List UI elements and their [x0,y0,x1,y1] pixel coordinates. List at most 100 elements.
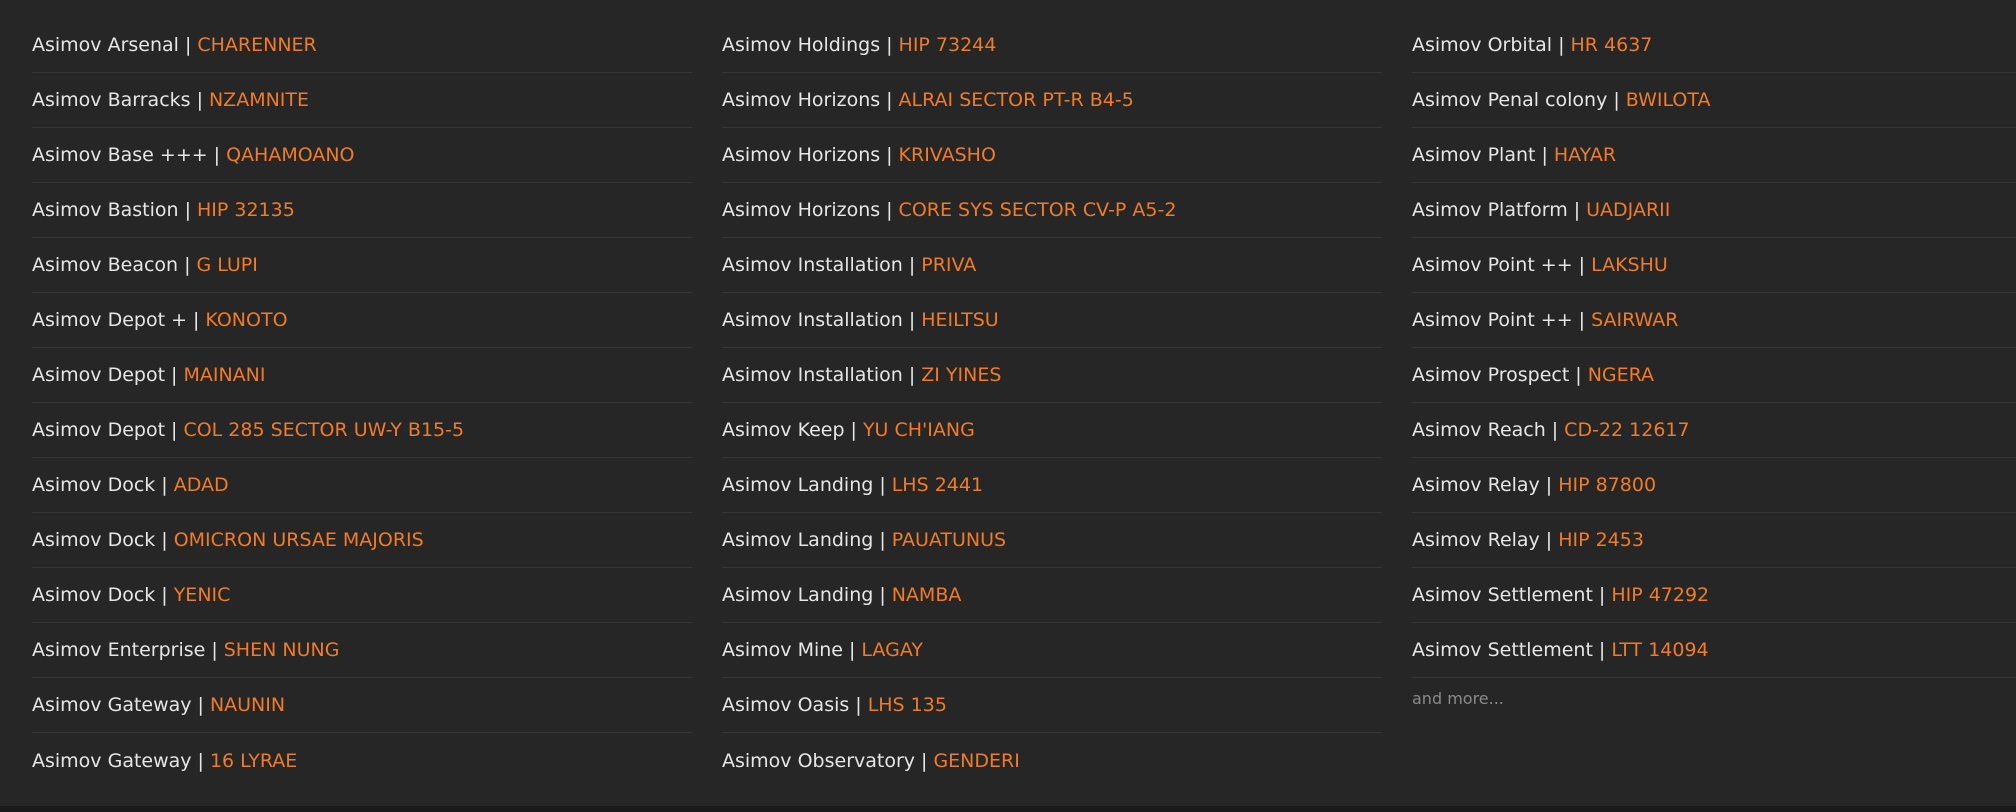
station-row[interactable]: Asimov Relay | HIP 87800 [1412,458,2016,513]
station-row[interactable]: Asimov Landing | PAUATUNUS [722,513,1382,568]
system-link[interactable]: HIP 87800 [1558,474,1656,496]
system-link[interactable]: LHS 2441 [892,474,983,496]
system-link[interactable]: NGERA [1588,364,1654,386]
station-row[interactable]: Asimov Point ++ | SAIRWAR [1412,293,2016,348]
system-link[interactable]: ADAD [174,474,229,496]
station-row[interactable]: Asimov Mine | LAGAY [722,623,1382,678]
station-row[interactable]: Asimov Penal colony | BWILOTA [1412,73,2016,128]
station-row[interactable]: Asimov Platform | UADJARII [1412,183,2016,238]
station-row[interactable]: Asimov Keep | YU CH'IANG [722,403,1382,458]
station-row[interactable]: Asimov Holdings | HIP 73244 [722,18,1382,73]
station-row[interactable]: Asimov Relay | HIP 2453 [1412,513,2016,568]
system-link[interactable]: YU CH'IANG [863,419,975,441]
system-link[interactable]: CD-22 12617 [1564,419,1689,441]
station-row[interactable]: Asimov Gateway | NAUNIN [32,678,692,733]
system-link[interactable]: SHEN NUNG [224,639,340,661]
system-link[interactable]: HIP 2453 [1558,529,1644,551]
system-link[interactable]: 16 LYRAE [210,750,297,772]
system-link[interactable]: COL 285 SECTOR UW-Y B15-5 [183,419,464,441]
system-link[interactable]: G LUPI [196,254,257,276]
system-link[interactable]: NZAMNITE [209,89,309,111]
station-name: Asimov Barracks [32,89,191,111]
station-row[interactable]: Asimov Dock | OMICRON URSAE MAJORIS [32,513,692,568]
separator: | [855,694,862,716]
separator: | [879,529,886,551]
system-link[interactable]: LTT 14094 [1611,639,1708,661]
station-row[interactable]: Asimov Dock | YENIC [32,568,692,623]
system-link[interactable]: HEILTSU [921,309,998,331]
separator: | [1575,364,1582,386]
system-link[interactable]: YENIC [174,584,231,606]
and-more-link[interactable]: and more... [1412,678,2016,718]
separator: | [1545,474,1553,496]
station-name: Asimov Depot + [32,309,188,331]
station-row[interactable]: Asimov Observatory | GENDERI [722,733,1382,788]
station-row[interactable]: Asimov Base +++ | QAHAMOANO [32,128,692,183]
station-row[interactable]: Asimov Landing | LHS 2441 [722,458,1382,513]
system-link[interactable]: PRIVA [921,254,976,276]
station-row[interactable]: Asimov Point ++ | LAKSHU [1412,238,2016,293]
station-row[interactable]: Asimov Settlement | HIP 47292 [1412,568,2016,623]
station-name: Asimov Prospect [1412,364,1570,386]
station-row[interactable]: Asimov Landing | NAMBA [722,568,1382,623]
system-link[interactable]: ZI YINES [921,364,1001,386]
system-link[interactable]: PAUATUNUS [892,529,1006,551]
separator: | [886,89,893,111]
station-name: Asimov Dock [32,474,156,496]
station-row[interactable]: Asimov Barracks | NZAMNITE [32,73,692,128]
station-row[interactable]: Asimov Dock | ADAD [32,458,692,513]
station-row[interactable]: Asimov Gateway | 16 LYRAE [32,733,692,788]
station-row[interactable]: Asimov Installation | PRIVA [722,238,1382,293]
station-row[interactable]: Asimov Settlement | LTT 14094 [1412,623,2016,678]
station-row[interactable]: Asimov Horizons | ALRAI SECTOR PT-R B4-5 [722,73,1382,128]
system-link[interactable]: NAMBA [892,584,962,606]
station-row[interactable]: Asimov Plant | HAYAR [1412,128,2016,183]
station-row[interactable]: Asimov Depot | MAINANI [32,348,692,403]
system-link[interactable]: CORE SYS SECTOR CV-P A5-2 [899,199,1177,221]
system-link[interactable]: OMICRON URSAE MAJORIS [174,529,424,551]
station-row[interactable]: Asimov Oasis | LHS 135 [722,678,1382,733]
system-link[interactable]: ALRAI SECTOR PT-R B4-5 [899,89,1134,111]
separator: | [879,474,886,496]
system-link[interactable]: CHARENNER [197,34,316,56]
station-row[interactable]: Asimov Depot | COL 285 SECTOR UW-Y B15-5 [32,403,692,458]
system-link[interactable]: HAYAR [1554,144,1616,166]
station-name: Asimov Relay [1412,529,1540,551]
station-row[interactable]: Asimov Bastion | HIP 32135 [32,183,692,238]
separator: | [921,749,928,772]
system-link[interactable]: KRIVASHO [899,144,996,166]
system-link[interactable]: LAKSHU [1591,254,1668,276]
system-link[interactable]: GENDERI [933,750,1019,772]
system-link[interactable]: KONOTO [205,309,287,331]
station-name: Asimov Orbital [1412,34,1553,56]
station-name: Asimov Landing [722,584,874,606]
station-row[interactable]: Asimov Prospect | NGERA [1412,348,2016,403]
system-link[interactable]: SAIRWAR [1591,309,1678,331]
station-row[interactable]: Asimov Depot + | KONOTO [32,293,692,348]
separator: | [886,144,893,166]
station-row[interactable]: Asimov Horizons | KRIVASHO [722,128,1382,183]
system-link[interactable]: LAGAY [861,639,923,661]
station-row[interactable]: Asimov Horizons | CORE SYS SECTOR CV-P A5-… [722,183,1382,238]
station-row[interactable]: Asimov Enterprise | SHEN NUNG [32,623,692,678]
system-link[interactable]: HR 4637 [1570,34,1652,56]
system-link[interactable]: HIP 47292 [1611,584,1709,606]
system-link[interactable]: UADJARII [1586,199,1670,221]
separator: | [161,584,168,606]
station-row[interactable]: Asimov Installation | ZI YINES [722,348,1382,403]
separator: | [184,199,191,221]
station-row[interactable]: Asimov Beacon | G LUPI [32,238,692,293]
station-row[interactable]: Asimov Installation | HEILTSU [722,293,1382,348]
station-name: Asimov Holdings [722,34,881,56]
system-link[interactable]: LHS 135 [868,694,947,716]
system-link[interactable]: HIP 32135 [197,199,295,221]
station-row[interactable]: Asimov Arsenal | CHARENNER [32,18,692,73]
system-link[interactable]: QAHAMOANO [226,144,354,166]
system-link[interactable]: MAINANI [183,364,265,386]
system-link[interactable]: BWILOTA [1626,89,1711,111]
station-row[interactable]: Asimov Orbital | HR 4637 [1412,18,2016,73]
station-name: Asimov Settlement [1412,639,1593,661]
station-row[interactable]: Asimov Reach | CD-22 12617 [1412,403,2016,458]
system-link[interactable]: HIP 73244 [899,34,997,56]
system-link[interactable]: NAUNIN [210,694,285,716]
